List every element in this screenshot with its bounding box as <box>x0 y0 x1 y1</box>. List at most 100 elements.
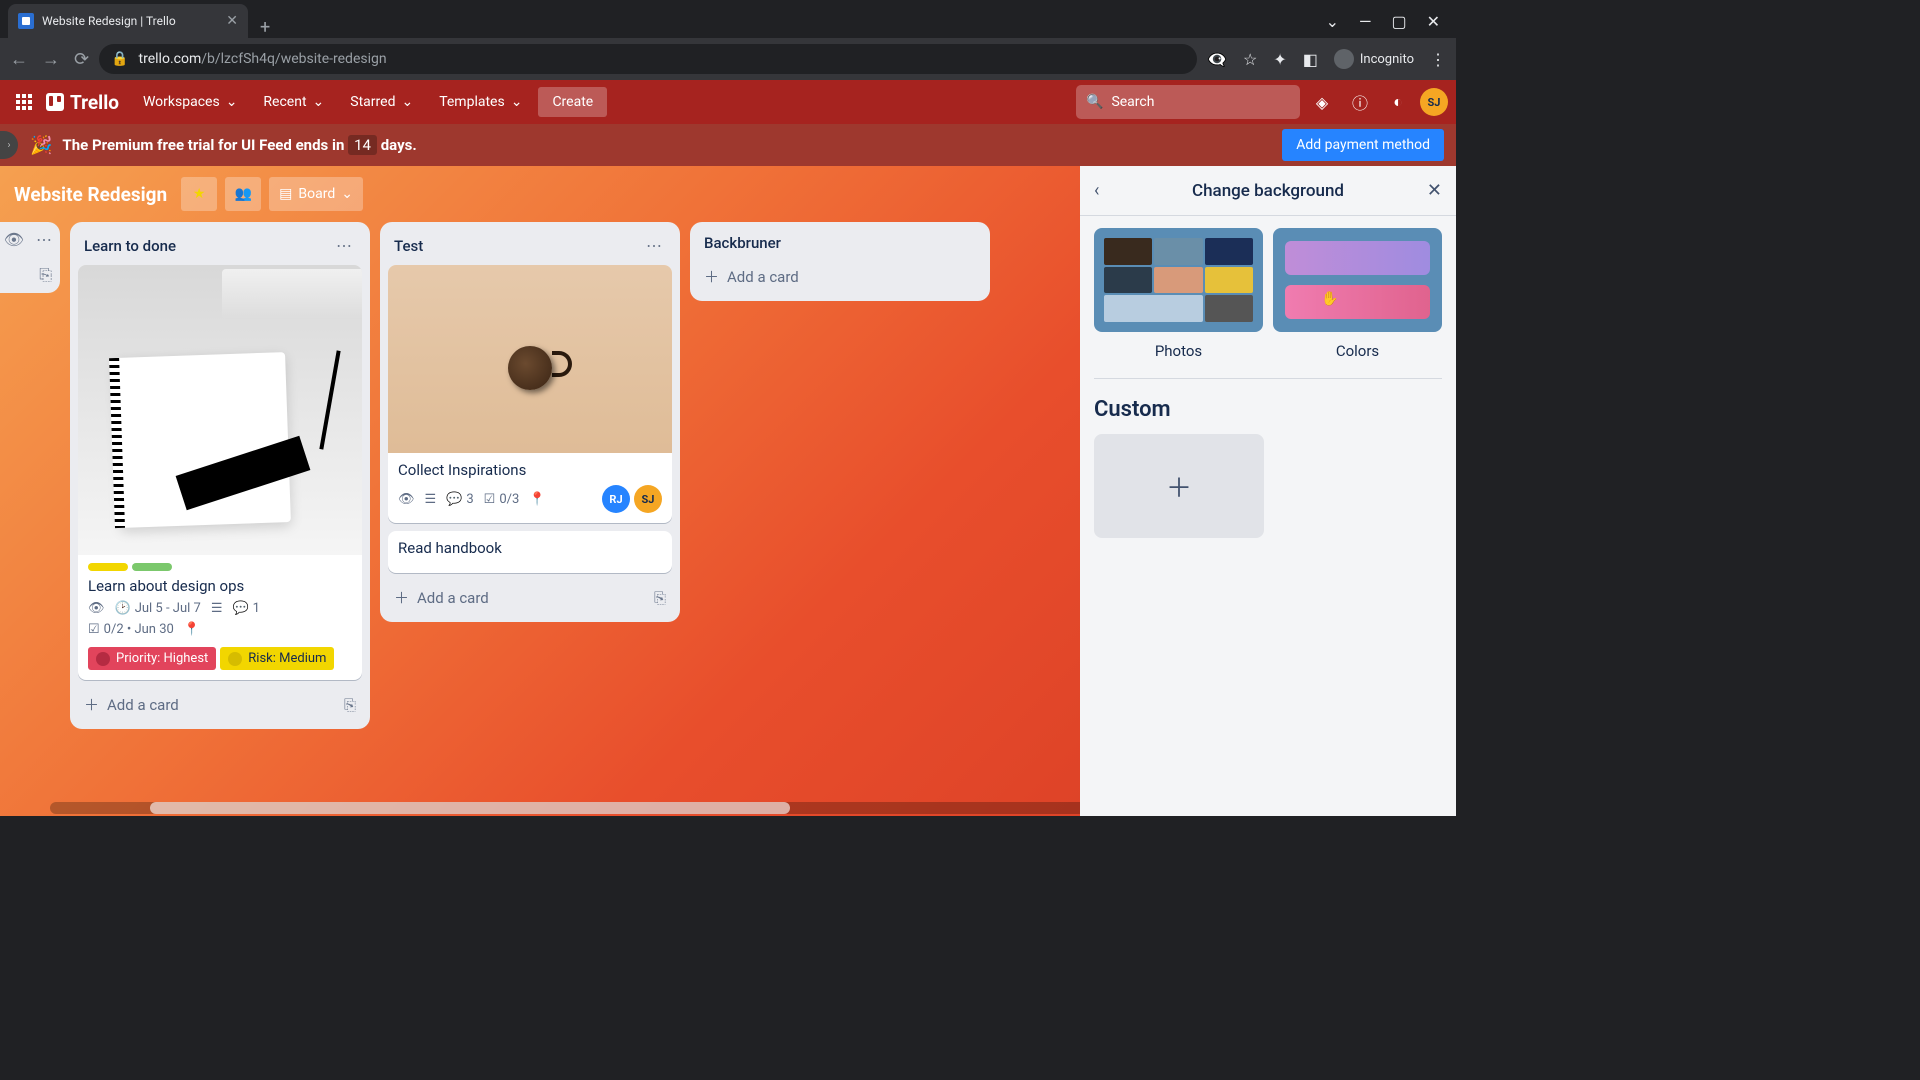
card-collect-inspirations[interactable]: Collect Inspirations 👁 ☰ 💬 3 ☑ 0/3 📍 RJ … <box>388 265 672 523</box>
custom-heading: Custom <box>1094 397 1442 422</box>
tracking-off-icon[interactable]: 👁‍🗨 <box>1207 50 1227 69</box>
board-view-icon: ▤ <box>279 186 292 202</box>
checklist-badge: ☑ 0/3 <box>484 492 520 507</box>
list-title[interactable]: Backbruner <box>704 234 976 252</box>
reload-icon[interactable]: ⟳ <box>74 49 89 70</box>
maximize-icon[interactable]: ▢ <box>1391 12 1406 31</box>
incognito-icon <box>1334 49 1354 69</box>
search-input[interactable]: 🔍 Search <box>1076 85 1300 119</box>
minimize-icon[interactable]: — <box>1359 12 1372 31</box>
scrollbar-thumb[interactable] <box>150 802 790 814</box>
apps-switcher-icon[interactable] <box>8 86 40 118</box>
create-button[interactable]: Create <box>538 87 607 117</box>
card-read-handbook[interactable]: Read handbook <box>388 531 672 573</box>
account-avatar[interactable]: SJ <box>1420 88 1448 116</box>
custom-field-risk: Risk: Medium <box>220 647 334 670</box>
lock-icon: 🔒 <box>111 51 128 67</box>
card-labels[interactable] <box>88 563 352 571</box>
chevron-down-icon: ⌄ <box>341 186 353 202</box>
member-avatar[interactable]: SJ <box>634 485 662 513</box>
dates-badge: 🕑 Jul 5 - Jul 7 <box>115 601 201 616</box>
card-learn-design-ops[interactable]: Learn about design ops 👁 🕑 Jul 5 - Jul 7… <box>78 265 362 680</box>
background-photos-tile[interactable] <box>1094 228 1263 332</box>
list-menu-icon[interactable]: ⋯ <box>642 234 666 257</box>
window-controls: ⌄ — ▢ ✕ <box>1310 4 1456 38</box>
member-avatar[interactable]: RJ <box>602 485 630 513</box>
theme-icon[interactable]: ◐ <box>1382 86 1414 118</box>
list-title[interactable]: Learn to done <box>84 237 332 255</box>
help-icon[interactable]: ⓘ <box>1344 86 1376 118</box>
celebrate-icon: 🎉 <box>30 135 52 156</box>
background-colors-tile[interactable]: ✋ <box>1273 228 1442 332</box>
list-test: Test ⋯ Collect Inspirations 👁 ☰ 💬 3 ☑ 0/… <box>380 222 680 622</box>
browser-toolbar: ← → ⟳ 🔒 trello.com/b/lzcfSh4q/website-re… <box>0 38 1456 80</box>
add-custom-background-button[interactable]: ＋ <box>1094 434 1264 538</box>
list-menu-icon[interactable]: ⋯ <box>36 230 52 249</box>
nav-templates[interactable]: Templates <box>429 88 532 116</box>
list-menu-icon[interactable]: ⋯ <box>332 234 356 257</box>
panel-title: Change background <box>1118 181 1418 201</box>
comments-badge: 💬 3 <box>446 492 474 507</box>
nav-workspaces[interactable]: Workspaces <box>133 88 247 116</box>
panel-back-icon[interactable]: ‹ <box>1094 180 1118 201</box>
photos-collage-icon <box>1104 238 1253 322</box>
description-icon: ☰ <box>425 492 437 507</box>
card-title: Collect Inspirations <box>398 461 662 479</box>
browser-tab[interactable]: Website Redesign | Trello ✕ <box>8 4 248 38</box>
browser-tab-strip: Website Redesign | Trello ✕ + ⌄ — ▢ ✕ <box>0 0 1456 38</box>
template-icon[interactable]: ⎘ <box>39 265 52 285</box>
colors-label: Colors <box>1273 342 1442 360</box>
template-icon[interactable]: ⎘ <box>654 589 666 607</box>
trello-favicon <box>18 13 34 29</box>
list-backbruner: Backbruner ＋ Add a card <box>690 222 990 301</box>
incognito-badge[interactable]: Incognito <box>1334 49 1414 69</box>
add-card-button[interactable]: ＋ Add a card⎘ <box>78 688 362 721</box>
board-view-switcher[interactable]: ▤ Board ⌄ <box>269 177 363 211</box>
change-background-panel: ‹ Change background ✕ ✋ Photos <box>1080 166 1456 816</box>
trello-logo[interactable]: Trello <box>46 91 119 114</box>
watch-icon[interactable]: 👁 <box>4 230 24 249</box>
colors-preview: ✋ <box>1273 229 1442 331</box>
workspace-visibility-button[interactable]: 👥 <box>225 177 261 211</box>
board-title[interactable]: Website Redesign <box>14 183 167 206</box>
list-title[interactable]: Test <box>394 237 642 255</box>
bookmark-star-icon[interactable]: ☆ <box>1243 50 1257 69</box>
notifications-icon[interactable]: ◈ <box>1306 86 1338 118</box>
watch-icon: 👁 <box>398 492 415 507</box>
panel-close-icon[interactable]: ✕ <box>1418 180 1442 201</box>
tab-close-icon[interactable]: ✕ <box>226 13 238 29</box>
new-tab-button[interactable]: + <box>248 17 282 38</box>
divider <box>1094 378 1442 379</box>
extensions-icon[interactable]: ✦ <box>1273 50 1286 69</box>
location-icon: 📍 <box>184 622 200 637</box>
sidepanel-icon[interactable]: ◧ <box>1303 50 1318 69</box>
close-window-icon[interactable]: ✕ <box>1427 12 1440 31</box>
back-icon[interactable]: ← <box>10 49 28 70</box>
tab-title: Website Redesign | Trello <box>42 14 176 28</box>
checklist-badge: ☑ 0/2 • Jun 30 <box>88 622 174 637</box>
add-payment-button[interactable]: Add payment method <box>1282 129 1444 161</box>
browser-menu-icon[interactable]: ⋮ <box>1430 50 1446 69</box>
template-icon[interactable]: ⎘ <box>344 696 356 714</box>
star-board-button[interactable]: ★ <box>181 177 217 211</box>
forward-icon[interactable]: → <box>42 49 60 70</box>
address-bar[interactable]: 🔒 trello.com/b/lzcfSh4q/website-redesign <box>99 44 1197 74</box>
list-learn-to-done: Learn to done ⋯ Learn about design ops 👁… <box>70 222 370 729</box>
add-card-button[interactable]: ＋ Add a card <box>698 260 982 293</box>
card-title: Read handbook <box>398 539 662 557</box>
location-icon: 📍 <box>529 492 545 507</box>
tab-dropdown-icon[interactable]: ⌄ <box>1326 12 1339 31</box>
add-card-button[interactable]: ＋ Add a card⎘ <box>388 581 672 614</box>
card-cover <box>78 265 362 555</box>
photos-label: Photos <box>1094 342 1263 360</box>
description-icon: ☰ <box>211 601 223 616</box>
sidebar-expand-icon[interactable]: › <box>0 131 18 159</box>
card-title: Learn about design ops <box>88 577 352 595</box>
url-text: trello.com/b/lzcfSh4q/website-redesign <box>139 51 387 67</box>
search-icon: 🔍 <box>1086 94 1103 110</box>
nav-recent[interactable]: Recent <box>253 88 334 116</box>
nav-starred[interactable]: Starred <box>340 88 423 116</box>
custom-field-priority: Priority: Highest <box>88 647 216 670</box>
cursor-icon: ✋ <box>1321 291 1338 307</box>
watch-icon: 👁 <box>88 601 105 616</box>
